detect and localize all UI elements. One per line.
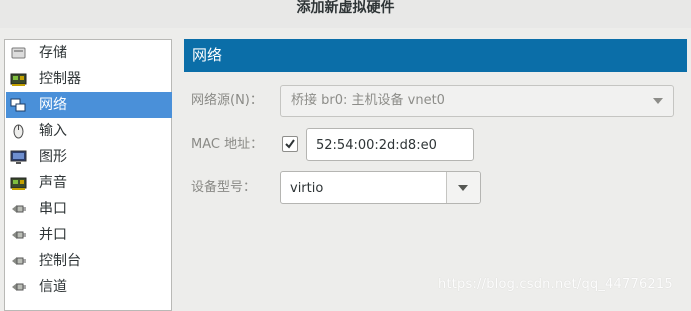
sidebar-item-serial[interactable]: 串口 [6,196,172,222]
sidebar-item-graphics[interactable]: 图形 [6,144,172,170]
sidebar-item-label: 网络 [39,97,67,113]
sidebar-item-label: 信道 [39,279,67,295]
channel-plug-icon [10,279,27,295]
sidebar-item-storage[interactable]: 存储 [6,40,172,66]
device-model-input[interactable] [290,179,440,197]
sidebar-item-label: 声音 [39,175,67,191]
sidebar-item-label: 控制器 [39,71,81,87]
mouse-icon [10,123,27,139]
device-model-label: 设备型号： [191,180,257,195]
sidebar-item-label: 输入 [39,123,67,139]
sidebar-item-sound[interactable]: 声音 [6,170,172,196]
network-icon [10,97,27,113]
dialog-titlebar: 添加新虚拟硬件 [0,0,691,28]
sidebar-item-label: 图形 [39,149,67,165]
sidebar-item-console[interactable]: 控制台 [6,248,172,274]
controller-chip-icon [10,71,27,87]
chevron-down-icon [653,98,663,104]
sidebar-item-input[interactable]: 输入 [6,118,172,144]
console-plug-icon [10,253,27,269]
sidebar-item-label: 存储 [39,45,67,61]
sidebar-item-network[interactable]: 网络 [6,92,172,118]
sidebar-item-label: 控制台 [39,253,81,269]
monitor-icon [10,149,27,165]
network-source-value: 桥接 br0: 主机设备 vnet0 [291,93,445,108]
section-title: 网络 [192,46,223,64]
sidebar-item-channel[interactable]: 信道 [6,274,172,300]
network-source-select[interactable]: 桥接 br0: 主机设备 vnet0 [280,85,674,117]
network-source-label: 网络源(N)： [191,93,263,108]
mac-address-field[interactable] [306,128,474,161]
mac-address-label: MAC 地址： [191,137,264,152]
storage-icon [10,45,27,61]
dialog-title: 添加新虚拟硬件 [296,0,395,16]
device-model-combo[interactable] [280,171,481,204]
mac-address-input[interactable] [316,136,466,154]
check-icon [285,139,295,149]
sidebar-item-controller[interactable]: 控制器 [6,66,172,92]
sidebar-item-label: 串口 [39,201,67,217]
mac-address-checkbox[interactable] [282,136,298,152]
parallel-plug-icon [10,227,27,243]
chevron-down-icon [458,185,468,191]
section-header: 网络 [184,39,687,72]
watermark: https://blog.csdn.net/qq_44776215 [438,277,673,292]
sound-chip-icon [10,175,27,191]
serial-plug-icon [10,201,27,217]
sidebar-item-parallel[interactable]: 并口 [6,222,172,248]
device-model-dropdown-button[interactable] [446,172,480,203]
hardware-type-list: 存储 控制器 网络 输入 图形 声音 串口 并口 控制台 信道 [4,39,172,311]
sidebar-item-label: 并口 [39,227,67,243]
